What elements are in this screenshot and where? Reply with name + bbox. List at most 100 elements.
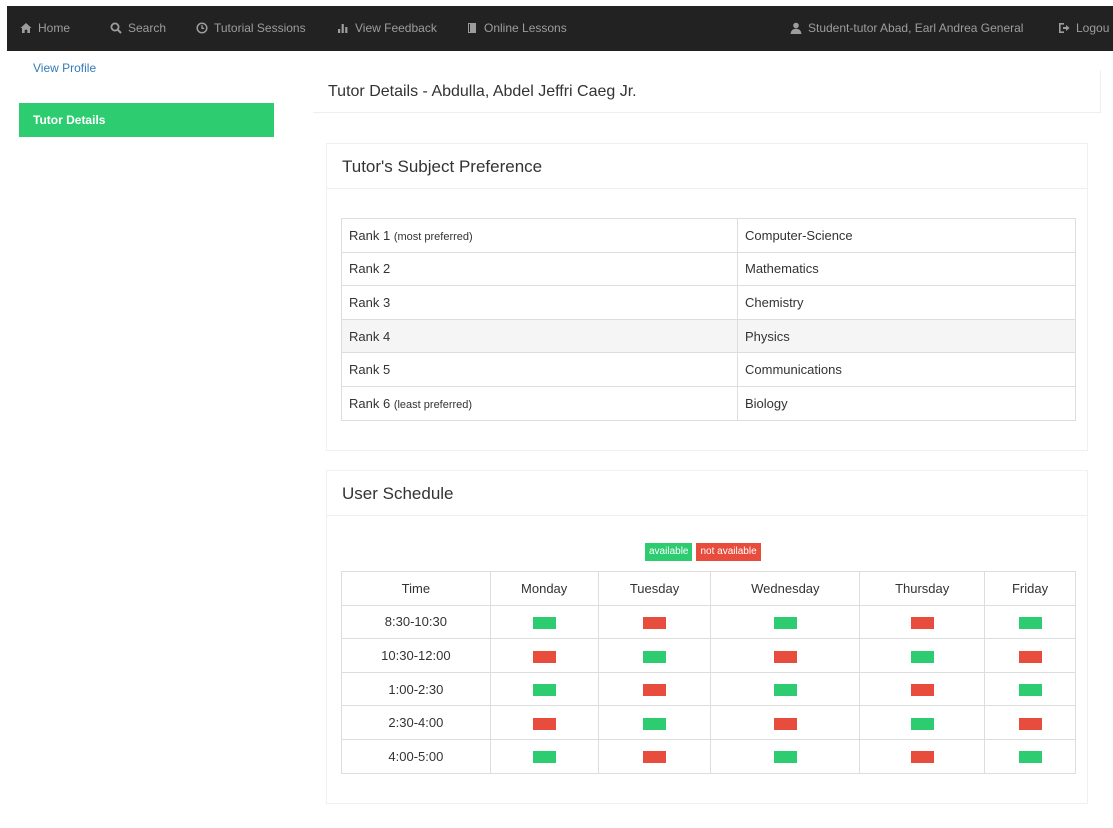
available-indicator [1018,751,1042,764]
preference-rank-note: (least preferred) [393,398,473,411]
preference-rank-label: Rank 2 [349,261,391,277]
nav-home[interactable]: Home [20,21,70,35]
not-available-indicator [1018,717,1042,730]
not-available-indicator [532,650,556,663]
subject-preference-heading: Tutor's Subject Preference [327,144,1087,189]
available-indicator [1018,684,1042,697]
schedule-slot-cell [597,705,712,740]
schedule-slot-cell [489,671,599,707]
nav-user-label: Student-tutor Abad, Earl Andrea General [808,21,1024,35]
legend-available-badge: available [645,543,693,561]
preference-subject-cell: Chemistry [737,285,1076,320]
schedule-slot-cell [710,638,861,673]
available-indicator [532,684,556,697]
preference-row: Rank 4 Physics [341,318,1076,354]
preference-rank-cell: Rank 4 [341,318,738,354]
schedule-slot-cell [710,604,861,640]
nav-search-label: Search [128,21,167,35]
preference-subject-cell: Biology [737,385,1076,421]
not-available-indicator [643,684,667,697]
available-indicator [643,717,667,730]
schedule-time-cell: 1:00-2:30 [341,671,491,707]
schedule-legend: available not available [645,543,765,561]
available-indicator [773,751,797,764]
schedule-time-cell: 2:30-4:00 [341,705,491,740]
not-available-indicator [910,684,934,697]
schedule-column-header: Friday [984,571,1076,606]
preference-rank-label: Rank 4 [349,328,391,344]
preference-subject-cell: Mathematics [737,251,1076,287]
nav-logout[interactable]: Logou [1058,21,1109,35]
preference-rank-cell: Rank 1 (most preferred) [341,218,738,253]
not-available-indicator [643,751,667,764]
nav-tutorial-sessions-label: Tutorial Sessions [214,21,306,35]
schedule-slot-cell [984,738,1076,774]
sidebar-item-view-profile[interactable]: View Profile [19,52,274,85]
top-navbar: Home Search Tutorial Sessions View Feedb… [7,6,1113,51]
nav-view-feedback[interactable]: View Feedback [337,21,437,35]
schedule-column-header: Tuesday [597,571,712,606]
nav-tutorial-sessions[interactable]: Tutorial Sessions [196,21,306,35]
available-indicator [910,650,934,663]
schedule-slot-cell [984,604,1076,640]
preference-rank-label: Rank 6 [349,395,391,411]
schedule-slot-cell [859,604,986,640]
schedule-slot-cell [489,638,599,673]
home-icon [20,23,32,33]
nav-view-feedback-label: View Feedback [355,21,437,35]
preference-subject-cell: Computer-Science [737,218,1076,253]
subject-preference-panel: Tutor's Subject Preference Rank 1 (most … [326,143,1088,451]
available-indicator [773,684,797,697]
schedule-slot-cell [597,638,712,673]
schedule-slot-cell [984,671,1076,707]
clock-icon [196,22,208,34]
nav-home-label: Home [38,21,71,35]
preference-row: Rank 6 (least preferred) Biology [341,385,1076,421]
nav-logout-label: Logou [1076,21,1110,35]
user-icon [790,22,802,34]
available-indicator [643,650,667,663]
page-title: Tutor Details - Abdulla, Abdel Jeffri Ca… [328,83,637,100]
available-indicator [532,616,556,629]
not-available-indicator [910,616,934,629]
schedule-time-cell: 8:30-10:30 [341,604,491,640]
search-icon [110,22,122,34]
preference-row: Rank 3 Chemistry [341,285,1076,320]
preference-rank-cell: Rank 2 [341,251,738,287]
available-indicator [910,717,934,730]
preference-rank-label: Rank 5 [349,362,391,378]
nav-user[interactable]: Student-tutor Abad, Earl Andrea General [790,21,1023,35]
not-available-indicator [643,616,667,629]
nav-online-lessons[interactable]: Online Lessons [466,21,567,35]
available-indicator [1018,616,1042,629]
schedule-time-cell: 4:00-5:00 [341,738,491,774]
user-schedule-panel: User Schedule available not available Ti… [326,470,1088,804]
preference-subject-cell: Physics [737,318,1076,354]
schedule-slot-cell [489,604,599,640]
not-available-indicator [773,717,797,730]
schedule-slot-cell [489,738,599,774]
schedule-slot-cell [597,671,712,707]
sidebar: View Profile Tutor Details [19,61,274,137]
schedule-slot-cell [859,738,986,774]
schedule-header-row: Time Monday Tuesday Wednesday Thursday Friday [341,571,1076,606]
preference-row: Rank 2 Mathematics [341,251,1076,287]
sidebar-item-tutor-details[interactable]: Tutor Details [19,103,274,137]
subject-preference-table: Rank 1 (most preferred) Computer-Science R… [341,218,1076,421]
preference-rank-label: Rank 1 [349,227,391,243]
schedule-slot-cell [984,638,1076,673]
book-icon [468,23,476,33]
schedule-slot-cell [984,705,1076,740]
preference-rank-cell: Rank 5 [341,352,738,387]
nav-search[interactable]: Search [110,21,166,35]
schedule-row: 10:30-12:00 [341,638,1076,673]
schedule-slot-cell [710,671,861,707]
preference-rank-cell: Rank 6 (least preferred) [341,385,738,421]
bar-chart-icon [338,24,348,33]
schedule-row: 1:00-2:30 [341,671,1076,707]
not-available-indicator [1018,650,1042,663]
schedule-row: 8:30-10:30 [341,604,1076,640]
preference-rank-cell: Rank 3 [341,285,738,320]
preference-rank-note: (most preferred) [393,230,473,243]
title-panel: Tutor Details - Abdulla, Abdel Jeffri Ca… [313,70,1101,113]
